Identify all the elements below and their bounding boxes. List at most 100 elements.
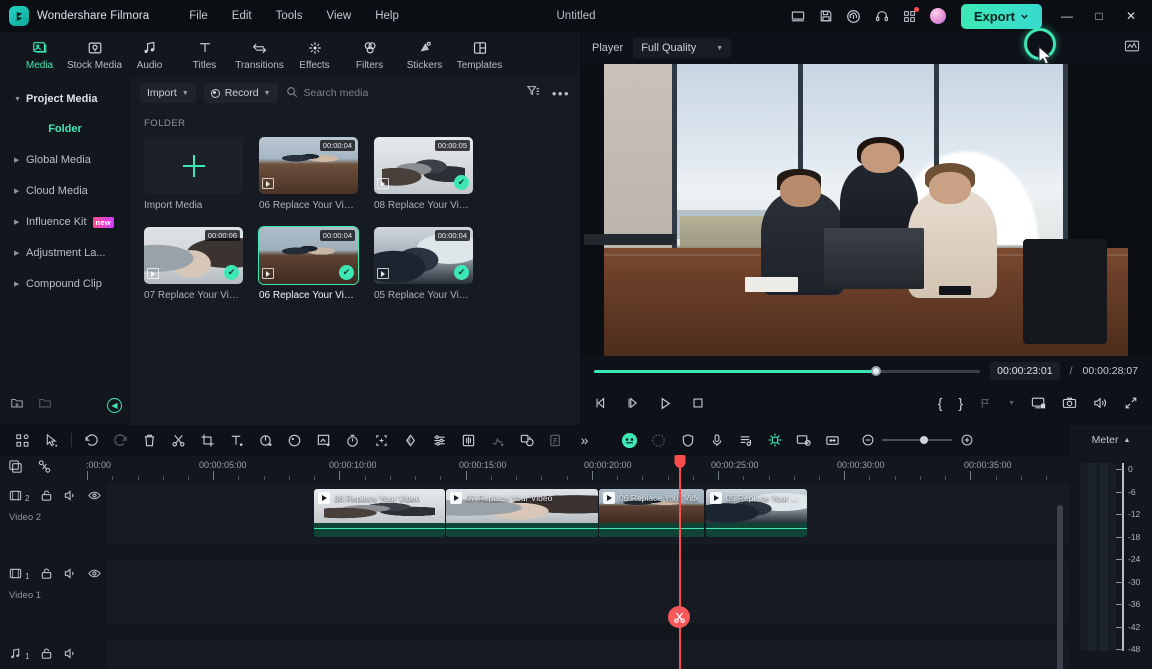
tab-transitions[interactable]: Transitions (232, 39, 287, 71)
sidebar-item-compound-clip[interactable]: ▶ Compound Clip (6, 271, 124, 297)
media-item[interactable]: 00:00:04 ✔ 05 Replace Your Video (374, 227, 473, 301)
collapse-sidebar-button[interactable]: ◀ (107, 397, 122, 413)
media-item[interactable]: 00:00:04 06 Replace Your Video... (259, 137, 358, 211)
seek-handle[interactable] (870, 366, 881, 376)
menu-view[interactable]: View (314, 6, 363, 26)
mark-in-button[interactable]: { (938, 395, 943, 411)
tab-audio[interactable]: Audio (122, 39, 177, 71)
sidebar-item-global-media[interactable]: ▶ Global Media (6, 147, 124, 173)
next-frame-button[interactable] (626, 396, 640, 410)
folder-icon[interactable] (38, 396, 52, 415)
media-thumbnail[interactable]: 00:00:06 ✔ (144, 227, 243, 284)
fit-icon[interactable] (818, 425, 847, 455)
menu-tools[interactable]: Tools (264, 6, 315, 26)
speed-icon[interactable] (338, 425, 367, 455)
more-icon[interactable]: ••• (552, 86, 570, 101)
import-button[interactable]: Import ▼ (140, 83, 196, 103)
track-body-video-2[interactable]: 08 Replace Your Video 07 Replace Your Vi… (107, 483, 1070, 545)
duplicate-icon[interactable] (8, 459, 23, 479)
tab-stock-media[interactable]: Stock Media (67, 39, 122, 71)
render-icon[interactable] (541, 425, 570, 455)
mute-icon[interactable] (64, 647, 77, 665)
play-button[interactable] (658, 396, 673, 411)
menu-file[interactable]: File (177, 6, 220, 26)
marker-icon[interactable] (979, 397, 992, 410)
zoom-in-icon[interactable] (952, 425, 981, 455)
prev-frame-button[interactable] (594, 396, 608, 410)
tab-media[interactable]: Media (12, 39, 67, 71)
audio-detach-icon[interactable] (454, 425, 483, 455)
search-input[interactable]: Search media (286, 86, 518, 101)
eye-icon[interactable] (88, 567, 102, 585)
zoom-out-icon[interactable] (853, 425, 882, 455)
tab-effects[interactable]: Effects (287, 39, 342, 71)
more-icon[interactable]: » (570, 425, 599, 455)
media-item[interactable]: 00:00:05 ✔ 08 Replace Your Video (374, 137, 473, 211)
filter-icon[interactable] (526, 84, 540, 103)
split-clip-button[interactable] (668, 606, 690, 628)
media-thumbnail[interactable]: 00:00:04 ✔ (258, 226, 359, 285)
sidebar-item-adjustment-layer[interactable]: ▶ Adjustment La... (6, 240, 124, 266)
tab-titles[interactable]: Titles (177, 39, 232, 71)
mute-icon[interactable] (64, 567, 77, 585)
apps-grid-icon[interactable] (897, 3, 923, 29)
adjustment-layer-icon[interactable] (760, 425, 789, 455)
link-clip-icon[interactable] (37, 459, 52, 479)
lock-icon[interactable] (40, 489, 53, 507)
green-screen-icon[interactable] (309, 425, 338, 455)
grid-select-icon[interactable] (8, 425, 37, 455)
meter-toggle[interactable]: Meter ▲ (1070, 425, 1152, 455)
motion-tracking-icon[interactable] (367, 425, 396, 455)
crop-icon[interactable] (193, 425, 222, 455)
timeline-clip-selected[interactable]: 06 Replace Your Video (599, 489, 704, 537)
volume-icon[interactable] (1093, 396, 1108, 410)
timeline-clip[interactable]: 08 Replace Your Video (314, 489, 445, 537)
tab-stickers[interactable]: Stickers (397, 39, 452, 71)
snapshot-camera-icon[interactable] (1062, 396, 1077, 410)
timeline-ruler[interactable]: :00:00 00:00:05:00 00:00:10:00 00:00:15:… (84, 455, 1070, 483)
quality-select[interactable]: Full Quality ▼ (633, 38, 732, 58)
avatar[interactable] (925, 3, 951, 29)
undo-icon[interactable] (77, 425, 106, 455)
lock-icon[interactable] (40, 647, 53, 665)
rotate-icon[interactable] (251, 425, 280, 455)
delete-icon[interactable] (135, 425, 164, 455)
minimize-button[interactable]: — (1052, 0, 1082, 32)
playhead[interactable] (674, 455, 686, 669)
tab-filters[interactable]: Filters (342, 39, 397, 71)
zoom-slider[interactable] (853, 425, 981, 455)
auto-reframe-icon[interactable] (644, 425, 673, 455)
maximize-button[interactable]: □ (1084, 0, 1114, 32)
timeline-clip[interactable]: 07 Replace Your Video (446, 489, 598, 537)
ai-smart-icon[interactable] (615, 425, 644, 455)
tab-templates[interactable]: Templates (452, 39, 507, 71)
export-button[interactable]: Export (960, 3, 1042, 29)
eye-icon[interactable] (88, 489, 102, 507)
screen-icon[interactable] (1031, 396, 1046, 410)
timeline-clip[interactable]: 05 Replace Your ... (706, 489, 807, 537)
chevron-down-icon[interactable]: ▼ (1008, 400, 1015, 407)
seek-slider[interactable] (594, 366, 981, 376)
media-thumbnail[interactable]: 00:00:04 ✔ (374, 227, 473, 284)
mic-icon[interactable] (702, 425, 731, 455)
color-icon[interactable] (280, 425, 309, 455)
import-media-button[interactable] (144, 137, 243, 194)
sidebar-item-influence-kit[interactable]: ▶ Influence Kit new (6, 209, 124, 235)
sidebar-item-project-media[interactable]: ▼ Project Media (6, 86, 124, 112)
menu-edit[interactable]: Edit (220, 6, 264, 26)
mask-icon[interactable] (396, 425, 425, 455)
mute-icon[interactable] (64, 489, 77, 507)
link-icon[interactable] (512, 425, 541, 455)
pointer-icon[interactable] (37, 425, 66, 455)
split-icon[interactable] (164, 425, 193, 455)
cloud-upload-icon[interactable] (841, 3, 867, 29)
new-folder-icon[interactable] (10, 396, 24, 415)
text-icon[interactable] (222, 425, 251, 455)
media-thumbnail[interactable]: 00:00:05 ✔ (374, 137, 473, 194)
monitor-icon[interactable] (785, 3, 811, 29)
timeline-vertical-scrollbar[interactable] (1057, 505, 1063, 669)
playhead-handle[interactable] (674, 455, 686, 468)
redo-icon[interactable] (106, 425, 135, 455)
headset-icon[interactable] (869, 3, 895, 29)
sidebar-item-cloud-media[interactable]: ▶ Cloud Media (6, 178, 124, 204)
